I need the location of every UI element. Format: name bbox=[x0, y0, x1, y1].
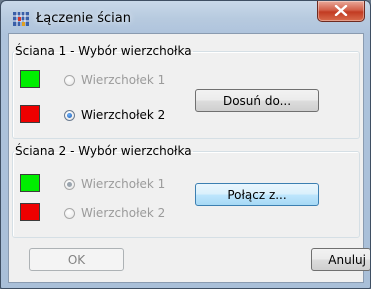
wall2-vertex2-radio[interactable]: Wierzchołek 2 bbox=[64, 204, 165, 222]
wall2-legend: Ściana 2 - Wybór wierzchołka bbox=[15, 144, 192, 158]
wall2-vertex2-radio-dot[interactable] bbox=[64, 207, 75, 219]
wall1-vertex1-radio[interactable]: Wierzchołek 1 bbox=[64, 71, 165, 89]
wall2-vertex2-label: Wierzchołek 2 bbox=[81, 206, 166, 220]
wall1-vertex2-radio-dot[interactable] bbox=[64, 109, 75, 121]
wall2-vertex1-radio[interactable]: Wierzchołek 1 bbox=[64, 175, 165, 193]
title-bar[interactable]: Łączenie ścian bbox=[1, 1, 370, 33]
wall1-vertex2-swatch bbox=[20, 105, 40, 123]
cancel-button[interactable]: Anuluj bbox=[311, 248, 370, 271]
dialog-window: Łączenie ścian Ściana 1 - Wybór wierzcho… bbox=[0, 0, 371, 289]
wall1-vertex1-radio-dot[interactable] bbox=[64, 74, 75, 86]
wall1-vertex1-swatch bbox=[20, 70, 40, 88]
wall1-vertex2-label: Wierzchołek 2 bbox=[81, 108, 166, 122]
dialog-client-area: Ściana 1 - Wybór wierzchołka Wierzchołek… bbox=[8, 33, 370, 283]
grid-app-icon bbox=[13, 11, 29, 27]
wall1-legend: Ściana 1 - Wybór wierzchołka bbox=[15, 44, 192, 58]
wall2-vertex1-swatch bbox=[20, 174, 40, 192]
wall2-vertex1-label: Wierzchołek 1 bbox=[81, 177, 166, 191]
close-icon bbox=[334, 5, 348, 16]
wall2-vertex1-radio-dot[interactable] bbox=[64, 178, 75, 190]
window-title: Łączenie ścian bbox=[36, 11, 131, 26]
dosun-do-button[interactable]: Dosuń do... bbox=[195, 89, 319, 112]
wall1-vertex2-radio[interactable]: Wierzchołek 2 bbox=[64, 106, 165, 124]
wall1-vertex1-label: Wierzchołek 1 bbox=[81, 73, 166, 87]
close-button[interactable] bbox=[317, 1, 365, 22]
wall2-vertex2-swatch bbox=[20, 203, 40, 221]
polacz-z-button[interactable]: Połącz z... bbox=[195, 183, 319, 206]
ok-button[interactable]: OK bbox=[29, 248, 124, 271]
